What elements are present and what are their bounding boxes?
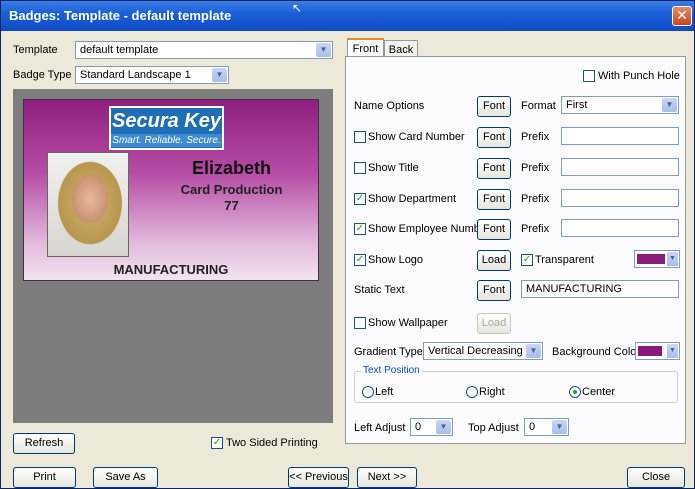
static-text-font-button[interactable]: Font [477,280,511,301]
text-position-title: Text Position [361,365,422,376]
background-color-picker[interactable]: ▼ [635,342,680,360]
title-prefix-label: Prefix [521,162,550,174]
logo-tagline: Smart. Reliable. Secure. [111,134,222,147]
card-number-font-button[interactable]: Font [477,127,511,148]
save-as-button[interactable]: Save As [93,467,158,488]
gradient-type-label: Gradient Type [354,346,423,358]
top-adjust-label: Top Adjust [468,422,519,434]
wallpaper-load-button[interactable]: Load [477,313,511,334]
card-number-prefix-label: Prefix [521,131,550,143]
gradient-type-select[interactable]: Vertical Decreasing ▼ [423,342,543,360]
employee-number-prefix-input[interactable] [561,219,679,237]
department-prefix-label: Prefix [521,193,550,205]
format-label: Format [521,100,556,112]
name-options-label: Name Options [354,100,425,112]
department-font-button[interactable]: Font [477,189,511,210]
template-label: Template [13,44,58,56]
badge-static-text: MANUFACTURING [113,262,229,277]
top-adjust-select[interactable]: 0 ▼ [524,418,569,436]
background-color-label: Background Color [552,346,641,358]
mouse-cursor-icon: ↖ [292,1,303,15]
show-department-label: Show Department [368,193,457,205]
refresh-button[interactable]: Refresh [13,433,75,454]
employee-number-prefix-label: Prefix [521,223,550,235]
show-card-number-checkbox[interactable] [354,131,366,143]
title-prefix-input[interactable] [561,158,679,176]
position-center-label: Center [582,386,616,398]
chevron-down-icon[interactable]: ▼ [316,43,331,57]
logo-load-button[interactable]: Load [477,250,511,271]
window-close-icon[interactable]: ✕ [672,6,692,26]
securakey-logo: Secura Key Smart. Reliable. Secure. [109,106,224,150]
badge-type-select[interactable]: Standard Landscape 1 ▼ [75,66,229,84]
department-prefix-input[interactable] [561,189,679,207]
position-right-radio[interactable] [466,386,478,398]
punch-hole-label: With Punch Hole [598,70,680,82]
logo-color-picker[interactable]: ▼ [634,250,680,268]
chevron-down-icon[interactable]: ▼ [436,420,451,434]
logo-color-swatch [637,254,665,264]
show-wallpaper-checkbox[interactable] [354,317,366,329]
show-logo-checkbox[interactable]: ✓ [354,254,366,266]
window-title: Badges: Template - default template [9,8,232,23]
previous-button[interactable]: << Previous [288,467,349,488]
position-left-radio[interactable] [362,386,374,398]
left-adjust-value: 0 [415,421,422,433]
show-department-checkbox[interactable]: ✓ [354,193,366,205]
show-title-label: Show Title [368,162,419,174]
transparent-checkbox[interactable]: ✓ [521,254,533,266]
gradient-type-select-value: Vertical Decreasing [428,345,523,357]
show-employee-number-checkbox[interactable]: ✓ [354,223,366,235]
badge-department: Card Production [180,182,283,197]
chevron-down-icon[interactable]: ▼ [552,420,567,434]
show-wallpaper-label: Show Wallpaper [368,317,448,329]
two-sided-checkbox[interactable]: ✓ [211,437,223,449]
show-title-checkbox[interactable] [354,162,366,174]
badge-employee-number: 77 [224,198,239,213]
title-bar: Badges: Template - default template [1,1,694,31]
employee-photo [47,152,129,257]
chevron-down-icon[interactable]: ▼ [212,68,227,82]
radio-selected-dot [573,390,577,394]
title-font-button[interactable]: Font [477,158,511,179]
card-number-prefix-input[interactable] [561,127,679,145]
punch-hole-checkbox[interactable] [583,70,595,82]
name-font-button[interactable]: Font [477,96,511,117]
chevron-down-icon[interactable]: ▼ [526,344,541,358]
show-card-number-label: Show Card Number [368,131,465,143]
top-adjust-value: 0 [529,421,536,433]
format-select[interactable]: First ▼ [561,96,679,114]
logo-wordmark: Secura Key [112,110,221,132]
badge-type-label: Badge Type [13,69,72,81]
template-select-value: default template [80,44,159,56]
close-button[interactable]: Close [627,467,685,488]
position-center-radio[interactable] [569,386,581,398]
show-employee-number-label: Show Employee Number [368,223,490,235]
chevron-down-icon[interactable]: ▼ [662,98,677,112]
next-button[interactable]: Next >> [357,467,417,488]
badge-template-window: Badges: Template - default template ↖ ✕ … [0,0,695,489]
chevron-down-icon[interactable]: ▼ [667,252,678,266]
chevron-down-icon[interactable]: ▼ [667,344,678,358]
static-text-label: Static Text [354,284,405,296]
show-logo-label: Show Logo [368,254,424,266]
static-text-input[interactable]: MANUFACTURING [521,280,679,298]
employee-number-font-button[interactable]: Font [477,219,511,240]
left-adjust-label: Left Adjust [354,422,406,434]
background-color-swatch [638,346,662,356]
left-adjust-select[interactable]: 0 ▼ [410,418,453,436]
transparent-label: Transparent [535,254,594,266]
badge-type-select-value: Standard Landscape 1 [80,69,191,81]
template-select[interactable]: default template ▼ [75,41,333,59]
two-sided-label: Two Sided Printing [226,437,318,449]
position-right-label: Right [479,386,505,398]
position-left-label: Left [375,386,394,398]
format-select-value: First [566,99,588,111]
print-button[interactable]: Print [13,467,76,488]
badge-name: Elizabeth [191,158,271,178]
